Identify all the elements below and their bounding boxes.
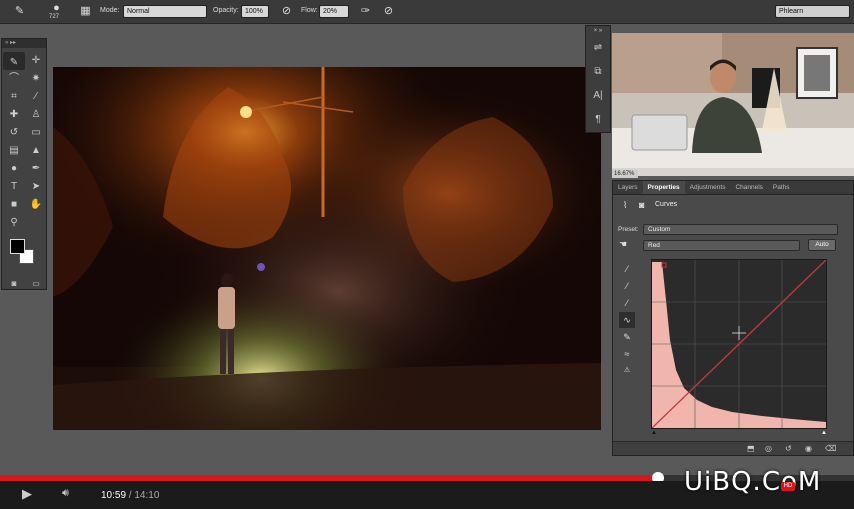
flow-label: Flow: — [301, 7, 318, 14]
pressure-opacity-icon[interactable]: ⊘ — [278, 3, 295, 20]
toolbox: » ▸▸ ◯ ✛ ⌒ ✷ ⌗ ⁄ ✚ ✎ ♙ ↺ ▭ ▤ ▲ ● ✒ T ➤ ■… — [1, 38, 47, 290]
draw-curve-pencil-icon[interactable]: ✎ — [619, 329, 635, 345]
type-tool-icon[interactable]: T — [3, 178, 25, 196]
properties-panel: Layers Properties Adjustments Channels P… — [612, 180, 854, 456]
tab-adjustments[interactable]: Adjustments — [685, 181, 731, 194]
crop-tool-icon[interactable]: ⌗ — [3, 88, 25, 106]
clipping-warning-icon[interactable]: ⚠ — [619, 363, 635, 379]
panel-footer: ⬒ ◎ ↺ ◉ ⌫ — [613, 441, 853, 455]
photoshop-window: ✎ ● 727 ▦ Mode: Normal Opacity: 100% ⊘ F… — [0, 0, 854, 509]
flow-input[interactable]: 20% — [319, 5, 349, 18]
gradient-tool-icon[interactable]: ▤ — [3, 142, 25, 160]
dodge-tool-icon[interactable]: ● — [3, 160, 25, 178]
tab-layers[interactable]: Layers — [613, 181, 643, 194]
smooth-curve-icon[interactable]: ≈ — [619, 346, 635, 362]
pen-tool-icon[interactable]: ✒ — [25, 160, 47, 178]
toolbox-header[interactable]: » ▸▸ — [2, 39, 46, 48]
panel-tabs: Layers Properties Adjustments Channels P… — [613, 181, 853, 195]
curves-graph[interactable] — [651, 259, 827, 429]
zoom-tool-icon[interactable]: ⚲ — [3, 214, 25, 232]
white-point-eyedropper-icon[interactable]: ⁄ — [619, 295, 635, 311]
clone-stamp-icon[interactable]: ♙ — [25, 106, 47, 124]
tab-properties[interactable]: Properties — [642, 181, 685, 194]
delete-icon[interactable]: ⌫ — [825, 444, 836, 453]
pressure-size-icon[interactable]: ⊘ — [380, 3, 397, 20]
video-time: 10:59 / 14:10 — [101, 490, 159, 501]
visibility-icon[interactable]: ◉ — [805, 444, 812, 453]
brush-size: 727 — [49, 14, 60, 20]
curves-adjustment-icon: ⌇ — [623, 200, 628, 210]
current-time: 10:59 — [101, 490, 127, 501]
character-panel-icon[interactable]: A| — [586, 84, 610, 108]
hd-badge[interactable]: HD — [781, 482, 795, 491]
panel-strip-header[interactable]: × » — [586, 26, 610, 36]
collapsed-panel-strip: × » ⇌ ⧉ A| ¶ — [585, 25, 611, 133]
screen-mode-icon[interactable]: ▭ — [27, 275, 45, 288]
workspace-select[interactable]: Phlearn — [775, 5, 850, 18]
black-input-slider-icon[interactable]: ▲ — [651, 430, 657, 436]
brush-panel-icon[interactable]: ▦ — [77, 3, 94, 20]
instructor-video-frame — [612, 33, 854, 176]
quick-mask-icon[interactable]: ◙ — [5, 275, 23, 288]
healing-brush-icon[interactable]: ✚ — [3, 106, 25, 124]
edit-points-curve-icon[interactable]: ∿ — [619, 312, 635, 328]
history-brush-icon[interactable]: ↺ — [3, 124, 25, 142]
curve-point-top[interactable] — [661, 262, 667, 268]
targeted-adjustment-icon[interactable]: ☚ — [619, 239, 627, 250]
play-icon[interactable]: ▶ — [22, 486, 32, 502]
watermark: UiBQ.CoM — [684, 467, 822, 497]
reset-icon[interactable]: ↺ — [785, 444, 792, 453]
preset-label: Preset: — [618, 226, 639, 233]
preset-select[interactable]: Custom — [643, 224, 838, 235]
layer-mask-icon[interactable]: ◙ — [639, 200, 644, 210]
curve-tools: ⁄ ⁄ ⁄ ∿ ✎ ≈ ⚠ — [619, 261, 635, 380]
night-street-photo — [53, 67, 601, 430]
path-selection-icon[interactable]: ➤ — [25, 178, 47, 196]
move-tool-icon[interactable]: ✛ — [25, 52, 47, 70]
brush-tool-icon[interactable]: ✎ — [11, 3, 28, 20]
view-previous-icon[interactable]: ◎ — [765, 444, 772, 453]
adjustments-panel-icon[interactable]: ⇌ — [586, 36, 610, 60]
zoom-level[interactable]: 16.67% — [612, 170, 638, 178]
paragraph-panel-icon[interactable]: ¶ — [586, 108, 610, 132]
mode-select[interactable]: Normal — [123, 5, 207, 18]
shape-tool-icon[interactable]: ■ — [3, 196, 25, 214]
instructor-webcam — [612, 33, 854, 176]
opacity-input[interactable]: 100% — [241, 5, 269, 18]
white-input-slider-icon[interactable]: ▲ — [821, 430, 827, 436]
blur-tool-icon[interactable]: ▲ — [25, 142, 47, 160]
hand-tool-icon[interactable]: ✋ — [25, 196, 47, 214]
options-bar: ✎ ● 727 ▦ Mode: Normal Opacity: 100% ⊘ F… — [0, 0, 854, 24]
black-point-eyedropper-icon[interactable]: ⁄ — [619, 261, 635, 277]
brush-tool-selected-icon[interactable]: ✎ — [3, 52, 25, 70]
eraser-tool-icon[interactable]: ▭ — [25, 124, 47, 142]
panel-title: Curves — [655, 201, 678, 208]
total-time: 14:10 — [134, 490, 160, 501]
volume-icon[interactable]: 🔊︎ — [62, 487, 69, 500]
magic-wand-icon[interactable]: ✷ — [25, 70, 47, 88]
channel-select[interactable]: Red — [643, 240, 800, 251]
clip-to-layer-icon[interactable]: ⬒ — [747, 444, 755, 453]
eyedropper-tool-icon[interactable]: ⁄ — [25, 88, 47, 106]
curves-histogram-svg — [651, 259, 827, 429]
document-canvas[interactable] — [53, 67, 601, 430]
tab-channels[interactable]: Channels — [730, 181, 767, 194]
mode-label: Mode: — [100, 7, 120, 14]
foreground-color-swatch[interactable] — [10, 239, 25, 254]
tab-paths[interactable]: Paths — [768, 181, 795, 194]
auto-button[interactable]: Auto — [808, 239, 836, 251]
gray-point-eyedropper-icon[interactable]: ⁄ — [619, 278, 635, 294]
layer-comps-icon[interactable]: ⧉ — [586, 60, 610, 84]
airbrush-icon[interactable]: ✑ — [357, 3, 374, 20]
opacity-label: Opacity: — [213, 7, 239, 14]
lasso-tool-icon[interactable]: ⌒ — [3, 70, 25, 88]
